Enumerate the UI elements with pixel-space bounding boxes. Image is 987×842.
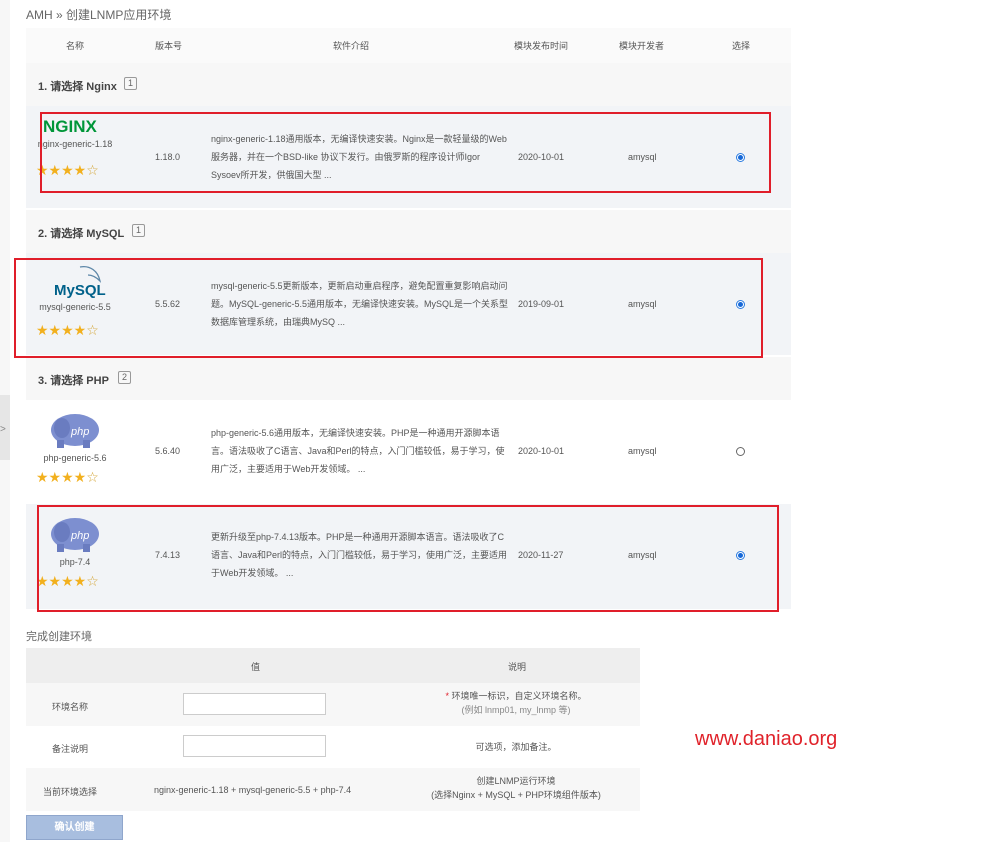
module-name: mysql-generic-5.5 [39, 302, 111, 312]
module-row-php74[interactable]: php php-7.4 ★★★★☆ 7.4.13 更新升级至php-7.4.13… [26, 504, 791, 609]
module-date: 2019-09-01 [518, 299, 565, 309]
env-name-label: 环境名称 [52, 702, 89, 712]
module-version: 5.6.40 [155, 446, 181, 456]
mysql-dolphin-icon: MySQL [54, 265, 106, 299]
note-line: (例如 lnmp01, my_lnmp 等) [461, 705, 571, 715]
note-line: 创建LNMP运行环境 [476, 776, 556, 786]
header-name: 名称 [66, 41, 85, 51]
header-date: 模块发布时间 [514, 41, 569, 51]
module-name: nginx-generic-1.18 [37, 139, 113, 149]
remark-label: 备注说明 [52, 744, 89, 754]
header-version: 版本号 [155, 41, 183, 51]
module-row-mysql[interactable]: MySQL mysql-generic-5.5 ★★★★☆ 5.5.62 mys… [26, 253, 791, 355]
module-name: php-generic-5.6 [43, 453, 107, 463]
current-label: 当前环境选择 [43, 787, 98, 797]
module-developer: amysql [628, 152, 657, 162]
module-version: 5.5.62 [155, 299, 181, 309]
section-nginx: 1. 请选择 Nginx 1 [26, 63, 791, 106]
rating-stars: ★★★★☆ [36, 573, 99, 589]
select-radio[interactable] [736, 300, 745, 309]
section-title: 3. 请选择 PHP [38, 375, 109, 387]
form-row-remark: 备注说明 可选项，添加备注。 [26, 726, 640, 768]
current-note: 创建LNMP运行环境 (选择Nginx + MySQL + PHP环境组件版本) [416, 774, 616, 802]
php-logo: php php-generic-5.6 [36, 410, 114, 463]
svg-text:php: php [70, 530, 89, 542]
select-radio[interactable] [736, 447, 745, 456]
module-date: 2020-10-01 [518, 152, 565, 162]
header-select: 选择 [732, 41, 751, 51]
note-line: 环境唯一标识，自定义环境名称。 [451, 691, 587, 701]
remark-input[interactable] [183, 735, 326, 757]
mysql-logo: MySQL mysql-generic-5.5 [36, 263, 114, 312]
module-developer: amysql [628, 550, 657, 560]
module-name: php-7.4 [59, 557, 91, 567]
header-explain: 说明 [508, 662, 527, 672]
env-name-input[interactable] [183, 693, 326, 715]
section-php: 3. 请选择 PHP 2 [26, 357, 791, 400]
module-developer: amysql [628, 446, 657, 456]
svg-text:NGINX: NGINX [43, 117, 98, 136]
rating-stars: ★★★★☆ [36, 162, 99, 178]
section-count-badge: 2 [118, 371, 132, 384]
php-elephant-icon: php [51, 414, 99, 448]
section-count-badge: 1 [132, 224, 146, 237]
module-description: php-generic-5.6通用版本，无编译快速安装。PHP是一种通用开源脚本… [211, 428, 505, 474]
module-description: nginx-generic-1.18通用版本，无编译快速安装。Nginx是一款轻… [211, 134, 507, 180]
env-name-note: * 环境唯一标识，自定义环境名称。 (例如 lnmp01, my_lnmp 等) [416, 689, 616, 717]
select-radio[interactable] [736, 153, 745, 162]
php-elephant-icon: php [51, 518, 99, 552]
current-selection: nginx-generic-1.18 + mysql-generic-5.5 +… [154, 785, 352, 795]
form-row-env-name: 环境名称 * 环境唯一标识，自定义环境名称。 (例如 lnmp01, my_ln… [26, 683, 640, 726]
module-row-nginx[interactable]: NGINX nginx-generic-1.18 ★★★★☆ 1.18.0 ng… [26, 106, 791, 208]
section-title: 2. 请选择 MySQL [38, 228, 125, 240]
breadcrumb: AMH » 创建LNMP应用环境 [26, 8, 172, 22]
watermark: www.daniao.org [695, 728, 838, 750]
table-header: 名称 版本号 软件介绍 模块发布时间 模块开发者 选择 [26, 28, 791, 63]
section-title: 1. 请选择 Nginx [38, 81, 117, 93]
svg-text:php: php [70, 426, 89, 438]
module-description: 更新升级至php-7.4.13版本。PHP是一种通用开源脚本语言。语法吸收了C语… [211, 532, 508, 578]
module-description: mysql-generic-5.5更新版本，更新启动重启程序，避免配置重复影响启… [211, 281, 509, 327]
header-intro: 软件介绍 [333, 41, 370, 51]
section-count-badge: 1 [124, 77, 138, 90]
rating-stars: ★★★★☆ [36, 322, 99, 338]
module-row-php56[interactable]: php php-generic-5.6 ★★★★☆ 5.6.40 php-gen… [26, 400, 791, 502]
nginx-logo-icon: NGINX [43, 117, 98, 136]
module-developer: amysql [628, 299, 657, 309]
module-date: 2020-11-27 [518, 550, 564, 560]
select-radio[interactable] [736, 551, 745, 560]
header-value: 值 [251, 662, 261, 672]
rating-stars: ★★★★☆ [36, 469, 99, 485]
header-dev: 模块开发者 [619, 41, 665, 51]
module-date: 2020-10-01 [518, 446, 565, 456]
note-line: (选择Nginx + MySQL + PHP环境组件版本) [431, 790, 601, 800]
remark-note: 可选项，添加备注。 [475, 742, 557, 752]
nginx-logo: NGINX nginx-generic-1.18 [36, 116, 114, 149]
module-version: 7.4.13 [155, 550, 181, 560]
confirm-create-button[interactable]: 确认创建 [26, 815, 123, 840]
required-mark: * [445, 691, 449, 701]
section-mysql: 2. 请选择 MySQL 1 [26, 210, 791, 253]
form-header: 值 说明 [26, 648, 640, 683]
svg-text:MySQL: MySQL [54, 282, 106, 299]
form-title: 完成创建环境 [26, 631, 92, 643]
php-logo: php php-7.4 [36, 514, 114, 567]
expand-arrow-icon[interactable]: > [0, 424, 6, 435]
module-version: 1.18.0 [155, 152, 181, 162]
form-row-current: 当前环境选择 nginx-generic-1.18 + mysql-generi… [26, 768, 640, 811]
